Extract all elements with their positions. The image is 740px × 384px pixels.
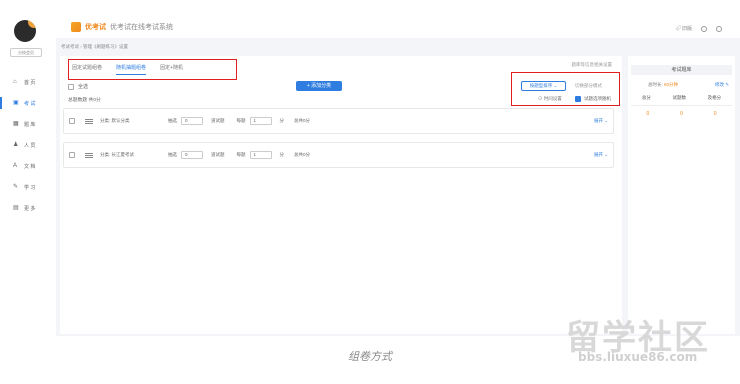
drag-handle-icon[interactable] (85, 118, 93, 124)
sidebar-item-more[interactable]: ▤ 更 多 (0, 201, 56, 215)
sidebar-item-label: 更 多 (24, 205, 36, 212)
question-bank-icon: ▦ (13, 121, 19, 127)
top-header: 优考试 优考试在线考试系统 ⏎ 旧版 (56, 0, 740, 38)
summary-value: 0 (646, 111, 650, 117)
edit-duration-link[interactable]: 修改 ✎ (715, 82, 729, 88)
sidebar-item-label: 考 试 (24, 100, 36, 107)
brand: 优考试 优考试在线考试系统 (71, 22, 173, 32)
summary-header: 总分 (641, 95, 651, 100)
category-card: 分类: 长江夏考试 抽选 0 道试题 每题 1 分 总共0分 展开 ⌄ (63, 142, 614, 168)
draw-count-input[interactable]: 0 (181, 151, 203, 159)
category-checkbox[interactable] (69, 152, 75, 158)
draw-count-input[interactable]: 0 (181, 117, 203, 125)
score-label: 每题 (236, 118, 246, 123)
brand-name: 优考试 (85, 24, 106, 31)
sidebar-item-label: 文 档 (24, 163, 36, 170)
category-card: 分类: 默认分类 抽选 0 道试题 每题 1 分 总共0分 展开 ⌄ (63, 108, 614, 134)
select-all[interactable]: 全选 (68, 83, 88, 90)
score-label: 每题 (236, 152, 246, 157)
sidebar-item-docs[interactable]: A 文 档 (0, 159, 56, 173)
duration-value: 60分钟 (664, 82, 679, 87)
old-version-link[interactable]: ⏎ 旧版 (676, 25, 692, 32)
summary-headers: 总分 试题数 及格分 (631, 95, 732, 101)
logo-avatar[interactable] (14, 20, 36, 42)
draw-label: 抽选 (168, 118, 177, 123)
summary-title: 考试题库 (631, 65, 732, 75)
sidebar-item-label: 学 习 (24, 184, 36, 191)
total-score-label: 总共0分 (294, 118, 311, 123)
summary-values: 0 0 0 (631, 111, 732, 117)
home-icon: ⌂ (13, 79, 17, 85)
summary-value: 0 (680, 111, 683, 117)
sidebar-item-learn[interactable]: ✎ 学 习 (0, 180, 56, 194)
summary-header: 及格分 (707, 95, 722, 100)
summary-value: 0 (713, 111, 717, 117)
power-icon[interactable] (716, 25, 722, 32)
duration-label: 总时长: (648, 82, 665, 87)
main-panel: 固定试题组卷 随机抽题组卷 固定+随机 题库等信息相关设置 全选 + 添加分类 … (60, 56, 622, 334)
sidebar-item-label: 人 员 (24, 142, 36, 149)
drag-handle-icon[interactable] (85, 152, 93, 158)
score-input[interactable]: 1 (249, 151, 272, 159)
header-tools: ⏎ 旧版 (676, 25, 722, 32)
sidebar-item-people[interactable]: ♟ 人 员 (0, 138, 56, 152)
app-screenshot: 分校会员 ⌂ 首 页 ▣ 考 试 ▦ 题 库 ♟ 人 员 A 文 档 ✎ 学 习… (0, 0, 740, 336)
exam-summary-panel: 考试题库 总时长: 60分钟 修改 ✎ 总分 试题数 及格分 0 0 0 (628, 56, 735, 334)
sidebar: 分校会员 ⌂ 首 页 ▣ 考 试 ▦ 题 库 ♟ 人 员 A 文 档 ✎ 学 习… (0, 0, 56, 336)
text-icon: A (13, 163, 18, 169)
settings-icon[interactable] (701, 25, 707, 32)
summary-header: 试题数 (672, 95, 686, 100)
add-category-button[interactable]: + 添加分类 (296, 81, 342, 91)
total-score-label: 总共0分 (294, 152, 311, 157)
watermark-url: bbs.liuxue86.com (578, 350, 698, 364)
brand-logo-icon (71, 22, 81, 32)
expand-link[interactable]: 展开 ⌄ (594, 118, 608, 124)
more-icon: ▤ (13, 205, 19, 211)
category-name: 分类: 长江夏考试 (100, 152, 134, 157)
report-settings-link[interactable]: 题库等信息相关设置 (572, 62, 613, 68)
breadcrumb: 考试考试 › 管理《刷题练习》设置 (61, 44, 128, 49)
select-all-checkbox[interactable] (68, 83, 74, 90)
sidebar-item-home[interactable]: ⌂ 首 页 (0, 75, 56, 89)
category-name: 分类: 默认分类 (100, 118, 130, 123)
select-all-label: 全选 (78, 84, 89, 90)
person-icon: ♟ (13, 142, 19, 148)
highlight-box-options (511, 72, 620, 106)
divider (631, 105, 732, 106)
sidebar-item-question-bank[interactable]: ▦ 题 库 (0, 117, 56, 131)
category-checkbox[interactable] (69, 118, 75, 124)
unit-label: 分 (279, 152, 285, 157)
unit-label: 分 (279, 118, 285, 123)
type-label: 道试题 (211, 152, 225, 157)
sidebar-item-label: 首 页 (24, 79, 36, 86)
score-input[interactable]: 1 (249, 117, 272, 125)
type-label: 道试题 (211, 118, 225, 123)
expand-link[interactable]: 展开 ⌄ (594, 152, 608, 158)
highlight-box-tabs (68, 59, 237, 80)
switch-branch-button[interactable]: 分校会员 (10, 48, 42, 57)
exam-icon: ▣ (13, 100, 19, 106)
sidebar-item-label: 题 库 (24, 121, 36, 128)
duration: 总时长: 60分钟 (648, 82, 678, 88)
total-summary: 总题数题 共0分 (68, 98, 101, 103)
learn-icon: ✎ (13, 184, 19, 190)
draw-label: 抽选 (168, 152, 177, 157)
sidebar-item-exam[interactable]: ▣ 考 试 (0, 96, 56, 110)
brand-title: 优考试在线考试系统 (110, 24, 173, 31)
